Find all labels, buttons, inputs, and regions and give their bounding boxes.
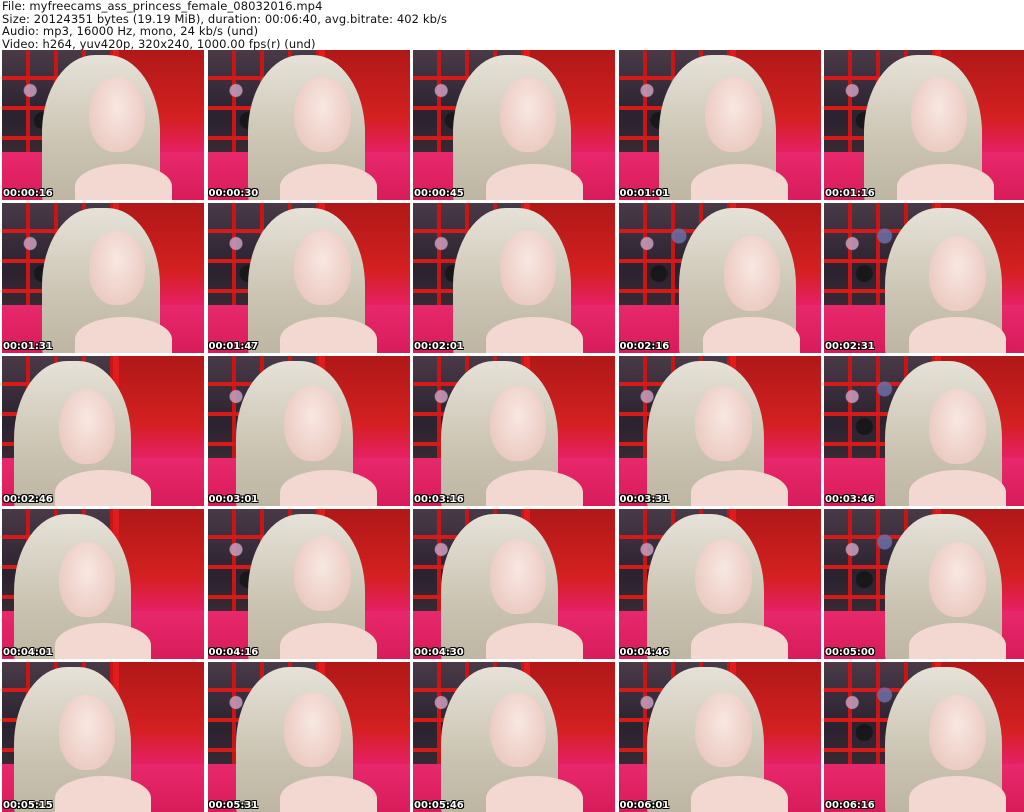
- person-face: [724, 236, 781, 311]
- person-shoulder: [909, 776, 1006, 812]
- person-face: [929, 236, 986, 311]
- thumbnail-timestamp: 00:05:46: [414, 800, 464, 812]
- person-face: [695, 692, 752, 767]
- person-shoulder: [486, 776, 583, 812]
- video-thumbnail[interactable]: 00:03:31: [619, 356, 821, 506]
- thumbnail-timestamp: 00:05:00: [825, 647, 875, 659]
- thumbnail-timestamp: 00:01:16: [825, 188, 875, 200]
- video-thumbnail[interactable]: 00:01:31: [2, 203, 204, 353]
- person-shoulder: [486, 164, 583, 200]
- thumbnail-timestamp: 00:04:46: [620, 647, 670, 659]
- person-face: [490, 539, 547, 614]
- person-shoulder: [909, 317, 1006, 353]
- video-thumbnail[interactable]: 00:02:46: [2, 356, 204, 506]
- thumbnail-timestamp: 00:01:31: [3, 341, 53, 353]
- video-thumbnail[interactable]: 00:00:45: [413, 50, 615, 200]
- video-thumbnail[interactable]: 00:05:15: [2, 662, 204, 812]
- thumbnail-timestamp: 00:03:46: [825, 494, 875, 506]
- thumbnail-timestamp: 00:06:16: [825, 800, 875, 812]
- thumbnail-timestamp: 00:02:31: [825, 341, 875, 353]
- person-face: [294, 230, 351, 305]
- person-face: [695, 539, 752, 614]
- video-thumbnail[interactable]: 00:02:01: [413, 203, 615, 353]
- person-face: [294, 77, 351, 152]
- person-shoulder: [75, 317, 172, 353]
- person-face: [59, 542, 116, 617]
- person-face: [294, 536, 351, 611]
- thumbnail-timestamp: 00:04:16: [209, 647, 259, 659]
- video-thumbnail[interactable]: 00:04:30: [413, 509, 615, 659]
- video-thumbnail[interactable]: 00:03:46: [824, 356, 1024, 506]
- file-name-line: File: myfreecams_ass_princess_female_080…: [2, 0, 1022, 13]
- person-face: [89, 230, 146, 305]
- audio-info-line: Audio: mp3, 16000 Hz, mono, 24 kb/s (und…: [2, 25, 1022, 38]
- thumbnail-timestamp: 00:03:16: [414, 494, 464, 506]
- video-thumbnail[interactable]: 00:00:16: [2, 50, 204, 200]
- thumbnail-timestamp: 00:00:45: [414, 188, 464, 200]
- video-thumbnail[interactable]: 00:03:01: [208, 356, 410, 506]
- person-face: [705, 77, 762, 152]
- thumbnail-timestamp: 00:06:01: [620, 800, 670, 812]
- person-shoulder: [486, 317, 583, 353]
- video-thumbnail[interactable]: 00:05:31: [208, 662, 410, 812]
- thumbnail-timestamp: 00:02:46: [3, 494, 53, 506]
- person-face: [695, 386, 752, 461]
- person-face: [89, 77, 146, 152]
- file-info-header: File: myfreecams_ass_princess_female_080…: [2, 0, 1022, 50]
- person-face: [500, 230, 557, 305]
- person-face: [59, 695, 116, 770]
- video-thumbnail[interactable]: 00:05:46: [413, 662, 615, 812]
- thumbnail-timestamp: 00:01:01: [620, 188, 670, 200]
- thumbnail-timestamp: 00:00:16: [3, 188, 53, 200]
- thumbnail-timestamp: 00:05:31: [209, 800, 259, 812]
- person-shoulder: [75, 164, 172, 200]
- thumbnail-timestamp: 00:04:30: [414, 647, 464, 659]
- thumbnail-timestamp: 00:02:01: [414, 341, 464, 353]
- person-shoulder: [486, 470, 583, 506]
- person-shoulder: [909, 623, 1006, 659]
- person-face: [490, 692, 547, 767]
- person-shoulder: [909, 470, 1006, 506]
- video-thumbnail[interactable]: 00:06:16: [824, 662, 1024, 812]
- video-thumbnail[interactable]: 00:01:16: [824, 50, 1024, 200]
- thumbnail-timestamp: 00:02:16: [620, 341, 670, 353]
- video-thumbnail[interactable]: 00:03:16: [413, 356, 615, 506]
- thumbnail-timestamp: 00:01:47: [209, 341, 259, 353]
- person-face: [490, 386, 547, 461]
- video-thumbnail[interactable]: 00:02:31: [824, 203, 1024, 353]
- person-shoulder: [897, 164, 994, 200]
- thumbnail-timestamp: 00:04:01: [3, 647, 53, 659]
- thumbnail-timestamp: 00:03:01: [209, 494, 259, 506]
- video-thumbnail[interactable]: 00:04:16: [208, 509, 410, 659]
- video-thumbnail[interactable]: 00:04:01: [2, 509, 204, 659]
- video-thumbnail[interactable]: 00:04:46: [619, 509, 821, 659]
- person-face: [929, 542, 986, 617]
- thumbnail-timestamp: 00:05:15: [3, 800, 53, 812]
- thumbnail-timestamp: 00:03:31: [620, 494, 670, 506]
- video-thumbnail[interactable]: 00:01:01: [619, 50, 821, 200]
- person-face: [911, 77, 968, 152]
- person-face: [284, 386, 341, 461]
- thumbnail-timestamp: 00:00:30: [209, 188, 259, 200]
- video-thumbnail[interactable]: 00:05:00: [824, 509, 1024, 659]
- person-shoulder: [486, 623, 583, 659]
- video-thumbnail[interactable]: 00:06:01: [619, 662, 821, 812]
- person-face: [284, 692, 341, 767]
- video-thumbnail[interactable]: 00:01:47: [208, 203, 410, 353]
- video-info-line: Video: h264, yuv420p, 320x240, 1000.00 f…: [2, 38, 1022, 51]
- video-thumbnail[interactable]: 00:00:30: [208, 50, 410, 200]
- person-face: [59, 389, 116, 464]
- person-face: [929, 695, 986, 770]
- video-thumbnail[interactable]: 00:02:16: [619, 203, 821, 353]
- person-face: [500, 77, 557, 152]
- thumbnail-grid: 00:00:16 00:00:30 00:00:45 00:01:01 00:01:16…: [0, 50, 1024, 811]
- person-face: [929, 389, 986, 464]
